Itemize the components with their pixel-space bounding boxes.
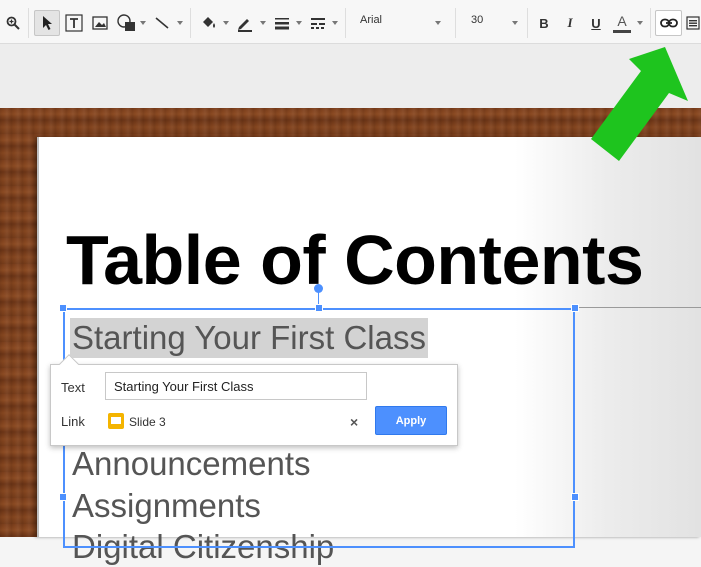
align-button[interactable]	[685, 10, 701, 36]
remove-link-icon[interactable]: ×	[350, 414, 358, 430]
resize-handle-top-right[interactable]	[571, 304, 579, 312]
line-weight-icon	[275, 18, 289, 30]
line-dash-button[interactable]	[307, 10, 329, 36]
chevron-down-icon[interactable]	[260, 21, 266, 25]
toolbar-divider	[345, 8, 346, 38]
toolbar-divider	[28, 8, 29, 38]
link-text-label: Text	[61, 380, 85, 395]
line-dash-icon	[311, 18, 325, 29]
chevron-down-icon[interactable]	[332, 21, 338, 25]
align-icon	[686, 16, 700, 30]
line-weight-button[interactable]	[271, 10, 293, 36]
italic-button[interactable]: I	[559, 10, 581, 36]
text-color-swatch	[613, 29, 631, 33]
image-tool-button[interactable]	[89, 10, 111, 36]
chevron-down-icon[interactable]	[296, 21, 302, 25]
image-icon	[92, 16, 108, 30]
chevron-down-icon[interactable]	[177, 21, 183, 25]
text-color-letter: A	[617, 12, 627, 29]
slide-title[interactable]: Table of Contents	[66, 220, 644, 300]
resize-handle-top-left[interactable]	[59, 304, 67, 312]
zoom-icon[interactable]	[2, 10, 24, 36]
select-tool-button[interactable]	[34, 10, 60, 36]
apply-button[interactable]: Apply	[375, 406, 447, 435]
rotate-handle[interactable]	[314, 284, 323, 293]
link-text-input[interactable]: Starting Your First Class	[105, 372, 367, 400]
chevron-down-icon[interactable]	[637, 21, 643, 25]
insert-link-button[interactable]	[655, 10, 682, 36]
fill-color-button[interactable]	[198, 10, 220, 36]
resize-handle-right[interactable]	[571, 493, 579, 501]
shape-tool-button[interactable]	[114, 10, 138, 36]
chevron-down-icon[interactable]	[223, 21, 229, 25]
font-family-select[interactable]: Arial	[360, 14, 382, 26]
slide-icon	[108, 413, 124, 429]
link-label: Link	[61, 414, 85, 429]
chevron-down-icon[interactable]	[435, 21, 441, 25]
textbox-icon	[65, 14, 83, 32]
toolbar-divider	[650, 8, 651, 38]
font-size-select[interactable]: 30	[471, 14, 483, 26]
toolbar-divider	[527, 8, 528, 38]
toolbar-divider	[455, 8, 456, 38]
line-icon	[155, 17, 169, 29]
line-color-icon	[238, 19, 252, 32]
line-tool-button[interactable]	[151, 10, 173, 36]
link-icon	[659, 18, 678, 28]
select-arrow-icon	[43, 16, 52, 30]
text-color-button[interactable]: A	[610, 10, 634, 36]
slide-divider-line	[576, 307, 701, 308]
textbox-tool-button[interactable]	[63, 10, 85, 36]
resize-handle-left[interactable]	[59, 493, 67, 501]
resize-handle-top[interactable]	[315, 304, 323, 312]
underline-button[interactable]: U	[585, 10, 607, 36]
toolbar: Arial 30 B I U A	[0, 0, 701, 44]
toolbar-divider	[190, 8, 191, 38]
bold-button[interactable]: B	[533, 10, 555, 36]
line-color-button[interactable]	[234, 10, 256, 36]
link-target-value[interactable]: Slide 3	[129, 415, 166, 429]
fill-color-icon	[203, 17, 215, 28]
slide-edge	[37, 137, 39, 537]
chevron-down-icon[interactable]	[140, 21, 146, 25]
chevron-down-icon[interactable]	[512, 21, 518, 25]
shape-icon	[117, 14, 135, 31]
green-arrow-annotation	[591, 47, 688, 161]
